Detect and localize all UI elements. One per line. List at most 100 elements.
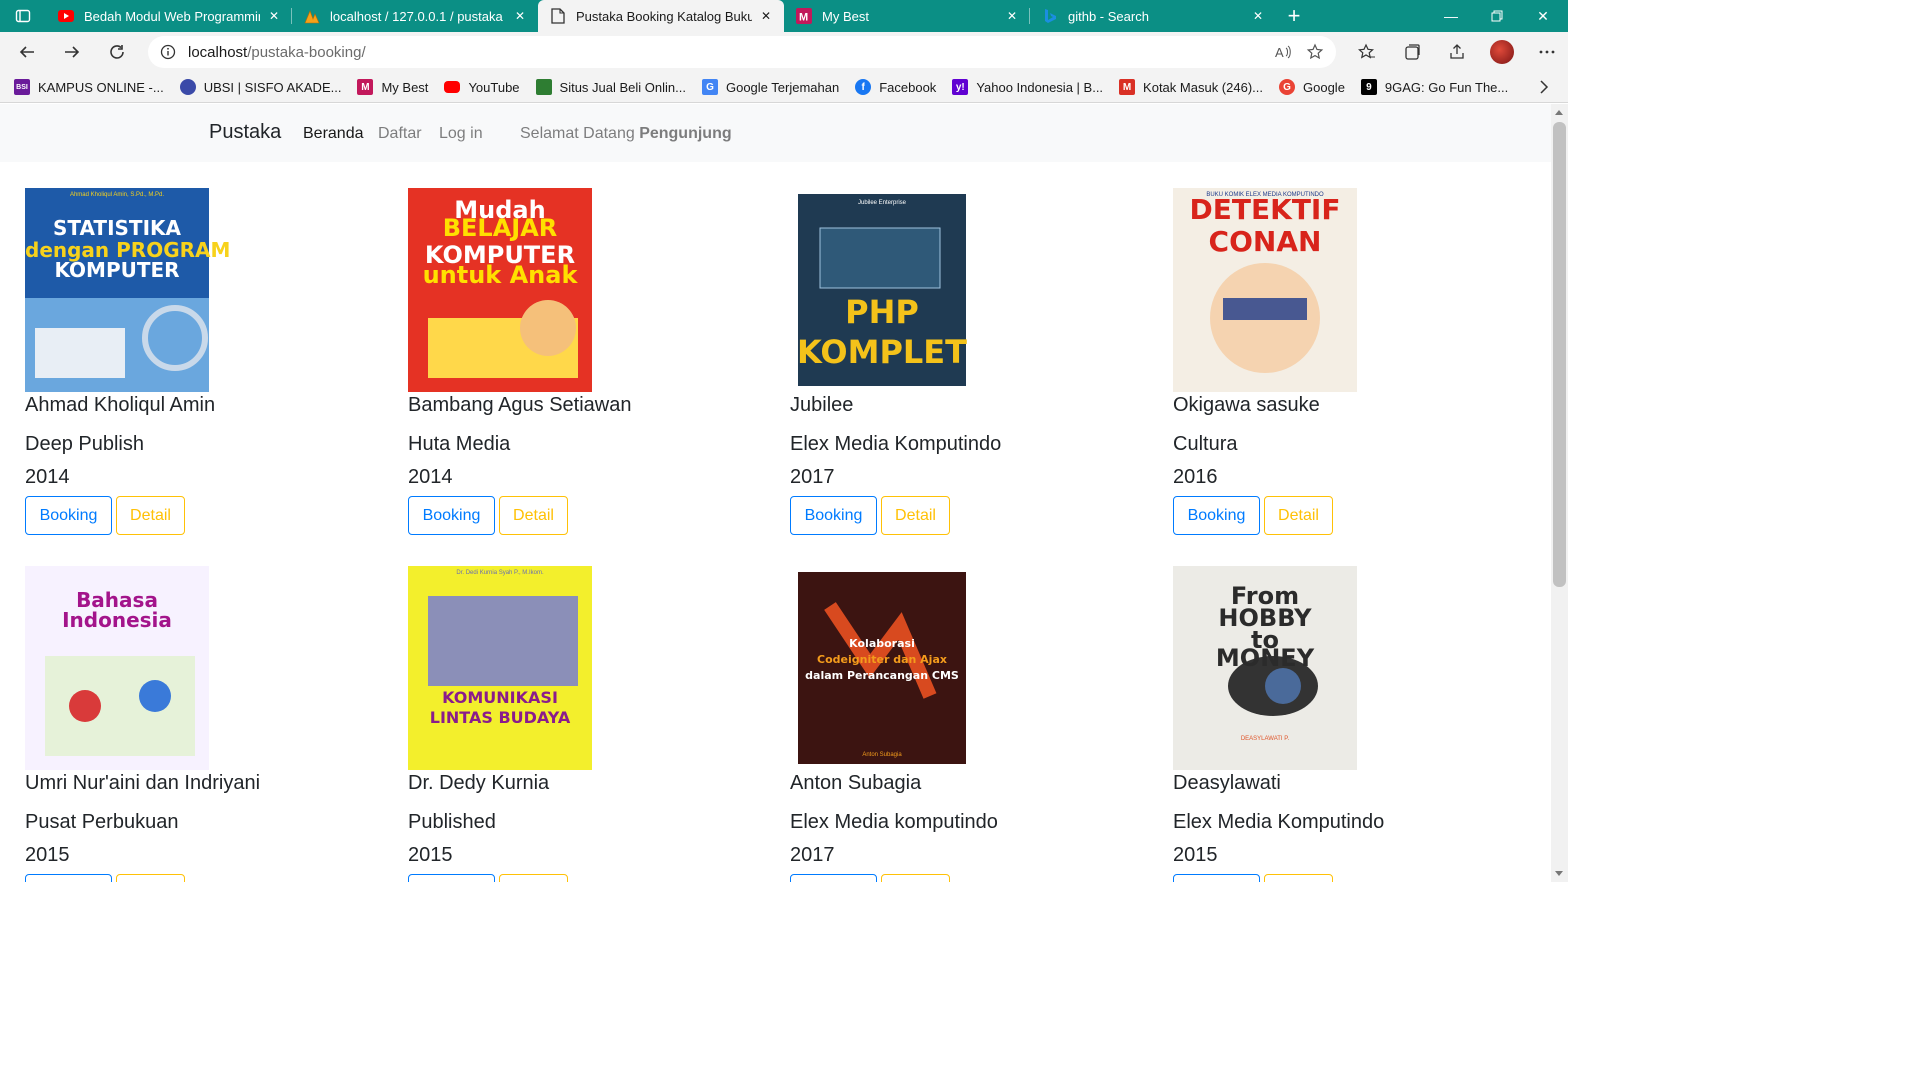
cover-title-text: KOMUNIKASI bbox=[442, 688, 558, 707]
bookmark-item[interactable]: f Facebook bbox=[855, 79, 936, 95]
book-year: 2017 bbox=[790, 844, 835, 866]
site-info-icon bbox=[160, 44, 176, 60]
url-path: /pustaka-booking/ bbox=[247, 43, 366, 61]
bookmark-item[interactable]: UBSI | SISFO AKADE... bbox=[179, 79, 341, 95]
detail-button[interactable]: Detail bbox=[881, 496, 950, 535]
scrollbar-thumb[interactable] bbox=[1553, 122, 1566, 587]
bookmark-item[interactable]: 9 9GAG: Go Fun The... bbox=[1360, 79, 1508, 95]
book-author: Ahmad Kholiqul Amin bbox=[25, 394, 216, 416]
browser-tab[interactable]: Bedah Modul Web Programming ✕ bbox=[46, 0, 292, 32]
close-tab-icon[interactable]: ✕ bbox=[266, 8, 282, 24]
booking-button[interactable]: Booking bbox=[25, 496, 112, 535]
gmail-icon: M bbox=[1119, 79, 1136, 95]
share-button[interactable] bbox=[1439, 36, 1475, 68]
refresh-button[interactable] bbox=[99, 36, 135, 68]
browser-tab[interactable]: githb - Search ✕ bbox=[1030, 0, 1276, 32]
close-tab-icon[interactable]: ✕ bbox=[1004, 8, 1020, 24]
book-author: Dr. Dedy Kurnia bbox=[408, 772, 550, 794]
scroll-up-arrow-icon[interactable] bbox=[1555, 110, 1563, 115]
detail-button[interactable]: Detail bbox=[881, 874, 950, 882]
ubsi-icon bbox=[179, 79, 196, 95]
book-publisher: Elex Media Komputindo bbox=[1173, 811, 1385, 833]
book-publisher: Cultura bbox=[1173, 433, 1238, 455]
nav-link-login[interactable]: Log in bbox=[439, 125, 483, 143]
bookmark-item[interactable]: G Google bbox=[1279, 79, 1345, 95]
bookmark-item[interactable]: M Kotak Masuk (246)... bbox=[1119, 79, 1263, 95]
read-aloud-icon[interactable]: A bbox=[1274, 43, 1292, 61]
welcome-text: Selamat Datang bbox=[520, 125, 635, 142]
tab-title: localhost / 127.0.0.1 / pustaka / t bbox=[330, 8, 506, 24]
booking-button[interactable]: Booking bbox=[408, 496, 495, 535]
nav-link-daftar[interactable]: Daftar bbox=[378, 125, 422, 143]
booking-button[interactable]: Booking bbox=[790, 496, 877, 535]
google-icon: G bbox=[1279, 79, 1295, 95]
book-publisher: Pusat Perbukuan bbox=[25, 811, 179, 833]
favorites-button[interactable] bbox=[1349, 36, 1385, 68]
browser-tab[interactable]: localhost / 127.0.0.1 / pustaka / t ✕ bbox=[292, 0, 538, 32]
book-author: Jubilee bbox=[790, 394, 854, 416]
collections-button[interactable] bbox=[1394, 36, 1430, 68]
browser-tab[interactable]: M My Best ✕ bbox=[784, 0, 1030, 32]
bookmark-item[interactable]: BSI KAMPUS ONLINE -... bbox=[14, 79, 164, 95]
book-year: 2015 bbox=[1173, 844, 1218, 866]
translate-icon: G bbox=[701, 79, 718, 95]
close-tab-icon[interactable]: ✕ bbox=[758, 8, 774, 24]
booking-button[interactable]: Booking bbox=[1173, 496, 1260, 535]
cover-title-text: CONAN bbox=[1208, 225, 1322, 258]
page-scrollbar[interactable] bbox=[1551, 104, 1568, 882]
bookmark-item[interactable]: YouTube bbox=[444, 80, 520, 95]
book-publisher: Elex Media komputindo bbox=[790, 811, 998, 833]
minimize-button[interactable]: — bbox=[1428, 0, 1474, 32]
detail-button[interactable]: Detail bbox=[499, 496, 568, 535]
favorites-icon bbox=[1358, 43, 1375, 59]
welcome-user: Pengunjung bbox=[639, 125, 732, 142]
chevron-right-icon[interactable] bbox=[1536, 79, 1552, 95]
close-tab-icon[interactable]: ✕ bbox=[512, 8, 528, 24]
bookmark-item[interactable]: M My Best bbox=[357, 79, 428, 95]
detail-button[interactable]: Detail bbox=[499, 874, 568, 882]
detail-button[interactable]: Detail bbox=[1264, 496, 1333, 535]
booking-button[interactable]: Booking bbox=[790, 874, 877, 882]
cover-subtitle-text: Anton Subagia bbox=[862, 752, 902, 758]
book-author: Umri Nur'aini dan Indriyani bbox=[25, 772, 261, 794]
cover-subtitle-text: DEASYLAWATI P. bbox=[1240, 736, 1290, 742]
book-author: Deasylawati bbox=[1173, 772, 1281, 794]
browser-tab[interactable]: Pustaka Booking Katalog Buku ✕ bbox=[538, 0, 784, 32]
add-favorite-icon[interactable] bbox=[1306, 43, 1324, 61]
bsi-icon: BSI bbox=[14, 79, 30, 95]
booking-button[interactable]: Booking bbox=[408, 874, 495, 882]
navbar-brand[interactable]: Pustaka bbox=[209, 121, 281, 144]
restore-button[interactable] bbox=[1474, 0, 1520, 32]
new-tab-button[interactable]: + bbox=[1276, 0, 1312, 32]
close-tab-icon[interactable]: ✕ bbox=[1250, 8, 1266, 24]
restore-icon bbox=[1491, 10, 1503, 22]
facebook-icon: f bbox=[855, 79, 872, 95]
bookmark-label: Situs Jual Beli Onlin... bbox=[559, 79, 686, 95]
detail-button[interactable]: Detail bbox=[1264, 874, 1333, 882]
bookmark-item[interactable]: Situs Jual Beli Onlin... bbox=[535, 79, 686, 95]
bookmark-item[interactable]: G Google Terjemahan bbox=[701, 79, 839, 95]
booking-button[interactable]: Booking bbox=[25, 874, 112, 882]
cover-title-text: Kolaborasi bbox=[849, 637, 915, 650]
detail-button[interactable]: Detail bbox=[116, 496, 185, 535]
booking-button[interactable]: Booking bbox=[1173, 874, 1260, 882]
scroll-down-arrow-icon[interactable] bbox=[1555, 871, 1563, 876]
tab-actions-button[interactable] bbox=[0, 0, 46, 32]
settings-menu-button[interactable] bbox=[1529, 36, 1565, 68]
back-arrow-icon bbox=[19, 46, 34, 58]
profile-button[interactable] bbox=[1484, 36, 1520, 68]
book-cover-image: KOMUNIKASI LINTAS BUDAYA Dr. Dedi Kurnia S… bbox=[408, 566, 592, 770]
book-year: 2015 bbox=[25, 844, 70, 866]
svg-text:M: M bbox=[799, 12, 808, 24]
bookmark-label: Yahoo Indonesia | B... bbox=[976, 79, 1104, 95]
nav-link-beranda[interactable]: Beranda bbox=[303, 125, 364, 143]
cover-title-text: DETEKTIF bbox=[1189, 193, 1341, 226]
address-bar[interactable]: localhost/pustaka-booking/ A bbox=[148, 36, 1336, 68]
site-navbar: Pustaka Beranda Daftar Log in Selamat Da… bbox=[0, 104, 1551, 162]
share-icon bbox=[1450, 44, 1464, 59]
back-button[interactable] bbox=[9, 36, 45, 68]
detail-button[interactable]: Detail bbox=[116, 874, 185, 882]
forward-button[interactable] bbox=[54, 36, 90, 68]
bookmark-item[interactable]: y! Yahoo Indonesia | B... bbox=[952, 79, 1103, 95]
close-window-button[interactable]: ✕ bbox=[1520, 0, 1566, 32]
